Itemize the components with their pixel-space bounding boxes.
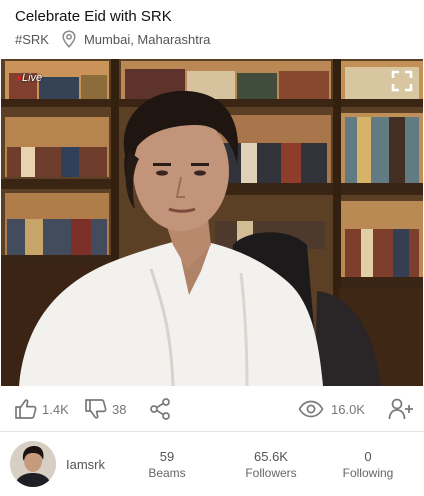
action-bar: 1.4K 38 16.0K bbox=[0, 386, 424, 432]
followers-stat[interactable]: 65.6K Followers bbox=[231, 449, 311, 481]
add-user-icon bbox=[388, 398, 413, 420]
following-label: Following bbox=[342, 466, 394, 480]
map-pin-icon bbox=[62, 30, 76, 48]
followers-count: 65.6K bbox=[254, 449, 288, 464]
avatar[interactable] bbox=[10, 441, 56, 487]
live-indicator-dot bbox=[17, 76, 21, 80]
location-text[interactable]: Mumbai, Maharashtra bbox=[84, 32, 210, 47]
live-badge: Live bbox=[22, 72, 43, 84]
view-count-display: 16.0K bbox=[298, 386, 365, 432]
username-link[interactable]: Iamsrk bbox=[66, 457, 105, 472]
followers-label: Followers bbox=[245, 466, 297, 480]
hashtag-link[interactable]: #SRK bbox=[15, 32, 49, 47]
add-follower-button[interactable] bbox=[388, 386, 414, 432]
view-count: 16.0K bbox=[331, 401, 365, 417]
dislike-count: 38 bbox=[112, 401, 127, 417]
post-header: Celebrate Eid with SRK #SRK Mumbai, Maha… bbox=[0, 0, 424, 58]
post-title: Celebrate Eid with SRK bbox=[15, 8, 172, 25]
eye-icon bbox=[298, 400, 324, 418]
avatar-image bbox=[10, 441, 56, 487]
like-button[interactable]: 1.4K bbox=[14, 386, 69, 432]
post-meta: #SRK Mumbai, Maharashtra bbox=[15, 30, 210, 48]
share-button[interactable] bbox=[148, 386, 172, 432]
following-stat[interactable]: 0 Following bbox=[328, 449, 408, 481]
beams-count: 59 bbox=[159, 449, 175, 464]
broadcaster-profile: Iamsrk 59 Beams 65.6K Followers 0 Follow… bbox=[0, 433, 424, 496]
video-frame bbox=[1, 59, 423, 386]
beams-stat[interactable]: 59 Beams bbox=[127, 449, 207, 481]
share-icon bbox=[150, 398, 170, 420]
beams-label: Beams bbox=[148, 466, 186, 480]
following-count: 0 bbox=[364, 449, 372, 464]
like-count: 1.4K bbox=[42, 401, 69, 417]
live-video-player[interactable]: Live bbox=[1, 59, 423, 386]
thumbs-down-icon bbox=[85, 399, 107, 419]
fullscreen-icon[interactable] bbox=[391, 70, 413, 92]
dislike-button[interactable]: 38 bbox=[84, 386, 126, 432]
thumbs-up-icon bbox=[15, 399, 37, 419]
